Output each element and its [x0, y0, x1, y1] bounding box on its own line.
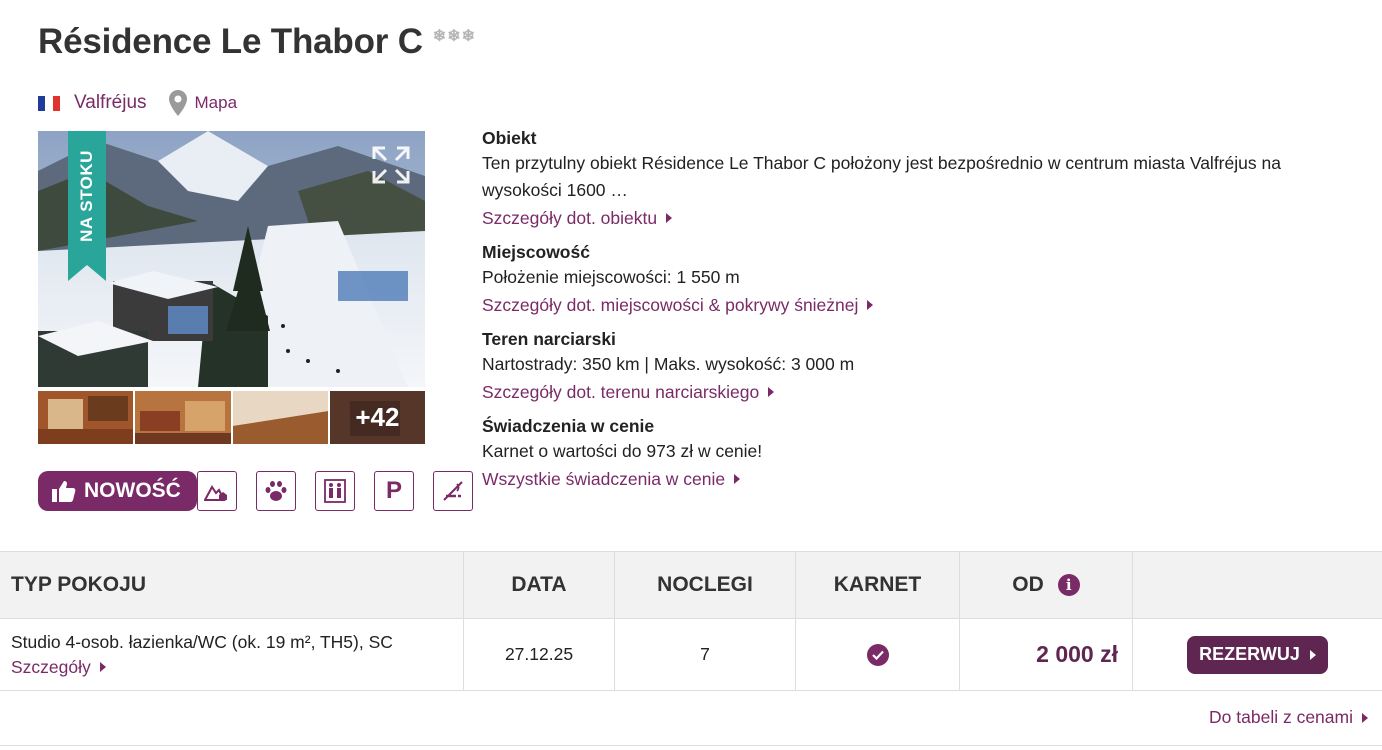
caret-right-icon	[1362, 712, 1368, 723]
thumbnail-1[interactable]	[38, 391, 134, 444]
hotel-title: Résidence Le Thabor C ❄❄❄	[38, 22, 476, 62]
header-nights: NOCLEGI	[615, 552, 796, 618]
room-details-link[interactable]: Szczegóły	[11, 657, 106, 678]
benefits-section: Świadczenia w cenie Karnet o wartości do…	[482, 414, 1362, 493]
ribbon-label: NA STOKU	[77, 150, 96, 242]
map-pin-icon[interactable]	[168, 90, 187, 116]
more-photos-count[interactable]: +42	[329, 391, 425, 444]
france-flag-icon	[38, 95, 60, 111]
ski-area-section: Teren narciarski Nartostrady: 350 km | M…	[482, 327, 1362, 406]
non-smoking-icon[interactable]	[433, 471, 473, 511]
new-badge: NOWOŚĆ	[38, 471, 197, 511]
property-text: Ten przytulny obiekt Résidence Le Thabor…	[482, 153, 1281, 200]
benefits-link[interactable]: Wszystkie świadczenia w cenie	[482, 465, 741, 493]
caret-right-icon	[867, 300, 874, 310]
map-link[interactable]: Mapa	[195, 93, 238, 113]
header-from: OD i	[960, 552, 1133, 618]
main-photo[interactable]: NA STOKU	[38, 131, 425, 387]
benefits-heading: Świadczenia w cenie	[482, 416, 655, 436]
table-header: TYP POKOJU DATA NOCLEGI KARNET OD i	[0, 552, 1382, 619]
parking-letter: P	[385, 477, 402, 504]
caret-right-icon	[1309, 649, 1316, 660]
ski-area-heading: Teren narciarski	[482, 329, 616, 349]
fullscreen-icon[interactable]	[371, 145, 411, 185]
divider	[0, 745, 1382, 746]
caret-right-icon	[734, 474, 741, 484]
header-action	[1133, 552, 1382, 618]
header-room-type: TYP POKOJU	[0, 552, 464, 618]
room-cell: Studio 4-osob. łazienka/WC (ok. 19 m², T…	[0, 619, 464, 690]
property-section: Obiekt Ten przytulny obiekt Résidence Le…	[482, 126, 1362, 232]
caret-right-icon	[768, 387, 775, 397]
rating-stars: ❄❄❄	[432, 28, 477, 45]
info-icon[interactable]: i	[1057, 574, 1080, 596]
price: 2 000 zł	[1036, 641, 1118, 667]
pets-allowed-icon[interactable]	[256, 471, 296, 511]
header-pass: KARNET	[796, 552, 960, 618]
thumbnail-2[interactable]	[135, 391, 231, 444]
thumbnail-more[interactable]: +42	[329, 391, 425, 444]
benefits-text: Karnet o wartości do 973 zł w cenie!	[482, 441, 763, 461]
location-row: Valfréjus Mapa	[38, 88, 237, 118]
on-slope-ribbon: NA STOKU	[68, 131, 106, 261]
caret-right-icon	[99, 662, 106, 672]
benefits-link-label: Wszystkie świadczenia w cenie	[482, 469, 726, 489]
thumbnail-3[interactable]	[232, 391, 328, 444]
resort-heading: Miejscowość	[482, 242, 590, 262]
header-date: DATA	[464, 552, 615, 618]
elevator-icon[interactable]	[315, 471, 355, 511]
date-cell: 27.12.25	[464, 619, 615, 690]
ski-area-details-link[interactable]: Szczegóły dot. terenu narciarskiego	[482, 378, 775, 406]
check-circle-icon	[866, 643, 889, 666]
resort-details-label: Szczegóły dot. miejscowości & pokrywy śn…	[482, 295, 859, 315]
thumbs-up-icon	[52, 481, 76, 502]
mountain-view-icon[interactable]	[197, 471, 237, 511]
nights-cell: 7	[615, 619, 796, 690]
ski-area-details-label: Szczegóły dot. terenu narciarskiego	[482, 382, 760, 402]
property-details-link[interactable]: Szczegóły dot. obiektu	[482, 204, 673, 232]
new-badge-label: NOWOŚĆ	[84, 479, 181, 502]
price-cell: 2 000 zł	[960, 619, 1133, 690]
resort-details-link[interactable]: Szczegóły dot. miejscowości & pokrywy śn…	[482, 291, 874, 319]
property-details-label: Szczegóły dot. obiektu	[482, 208, 658, 228]
caret-right-icon	[666, 213, 673, 223]
hotel-name: Résidence Le Thabor C	[38, 22, 423, 61]
offers-table: TYP POKOJU DATA NOCLEGI KARNET OD i Stud…	[0, 551, 1382, 691]
resort-text: Położenie miejscowości: 1 550 m	[482, 267, 740, 287]
feature-badges: NOWOŚĆ P	[38, 471, 473, 511]
thumbnail-strip: +42	[38, 391, 425, 444]
price-table-label: Do tabeli z cenami	[1209, 707, 1353, 727]
location-link[interactable]: Valfréjus	[74, 92, 147, 114]
book-button-label: REZERWUJ	[1199, 644, 1300, 664]
info-panel: Obiekt Ten przytulny obiekt Résidence Le…	[482, 126, 1362, 501]
price-table-link[interactable]: Do tabeli z cenami	[1209, 707, 1368, 728]
header-from-label: OD	[1012, 573, 1044, 596]
action-cell: REZERWUJ	[1133, 619, 1382, 690]
room-name: Studio 4-osob. łazienka/WC (ok. 19 m², T…	[11, 631, 393, 652]
table-row: Studio 4-osob. łazienka/WC (ok. 19 m², T…	[0, 619, 1382, 691]
ski-area-text: Nartostrady: 350 km | Maks. wysokość: 3 …	[482, 354, 855, 374]
book-button[interactable]: REZERWUJ	[1187, 635, 1328, 674]
resort-section: Miejscowość Położenie miejscowości: 1 55…	[482, 240, 1362, 319]
parking-icon[interactable]: P	[374, 471, 414, 511]
pass-cell	[796, 619, 960, 690]
room-details-label: Szczegóły	[11, 656, 91, 677]
property-heading: Obiekt	[482, 128, 537, 148]
